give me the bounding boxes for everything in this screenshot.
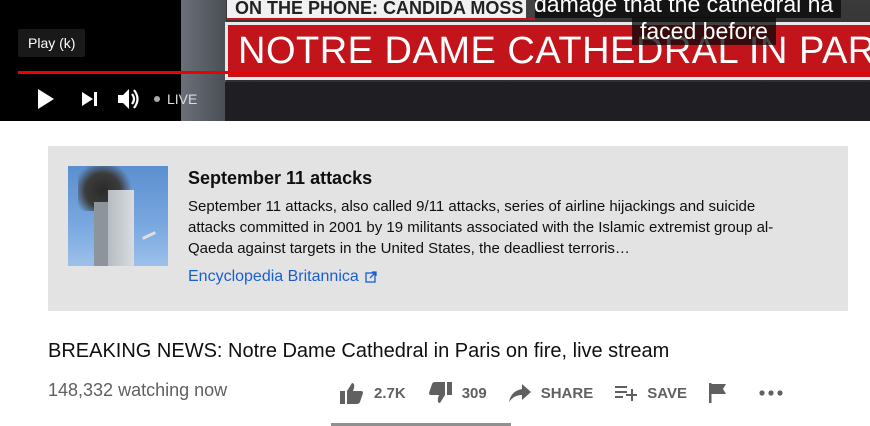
volume-icon [118,89,139,109]
video-title: BREAKING NEWS: Notre Dame Cathedral in P… [48,340,670,362]
external-link-icon [365,271,377,283]
play-icon [38,89,54,109]
save-label: SAVE [647,384,687,402]
playlist-add-icon [615,386,638,401]
info-panel-title: September 11 attacks [188,168,373,188]
watching-count: 148,332 watching now [48,380,228,400]
thumbs-up-icon [340,383,363,404]
caption-line-2: faced before [632,17,776,45]
progress-bar[interactable] [18,71,870,74]
more-actions-button[interactable] [759,390,793,396]
chyron-bottom-bar [225,82,870,121]
share-label: SHARE [540,384,594,402]
flag-icon [708,383,726,403]
share-icon [508,384,531,402]
player-controls: LIVE [0,80,197,118]
source-link-label: Encyclopedia Britannica [188,268,359,285]
live-label: LIVE [167,91,198,107]
like-count: 2.7K [374,384,406,402]
report-button[interactable] [708,383,737,403]
like-button[interactable]: 2.7K [340,382,406,404]
more-horizontal-icon [759,390,783,396]
play-button[interactable] [28,81,64,117]
source-link[interactable]: Encyclopedia Britannica [188,268,377,286]
dislike-count: 309 [461,384,487,402]
caption-line-1: damage that the cathedral ha [526,0,842,18]
chyron-top-bar: ON THE PHONE: CANDIDA MOSS [227,0,535,20]
info-panel: September 11 attacks September 11 attack… [48,146,848,311]
volume-button[interactable] [112,81,148,117]
save-button[interactable]: SAVE [615,385,687,402]
next-icon [82,92,97,106]
info-panel-description: September 11 attacks, also called 9/11 a… [188,198,774,257]
dislike-button[interactable]: 309 [428,382,487,404]
live-dot-icon [154,96,160,102]
share-button[interactable]: SHARE [508,384,594,402]
next-button[interactable] [72,81,108,117]
twin-towers-thumbnail-icon [68,166,168,266]
play-tooltip: Play (k) [18,29,86,57]
video-player[interactable]: ON THE PHONE: CANDIDA MOSS NOTRE DAME CA… [0,0,870,121]
live-indicator[interactable]: LIVE [154,91,197,107]
video-actions: 2.7K 309 SHARE SAVE [340,378,793,408]
thumbs-down-icon [428,382,452,403]
